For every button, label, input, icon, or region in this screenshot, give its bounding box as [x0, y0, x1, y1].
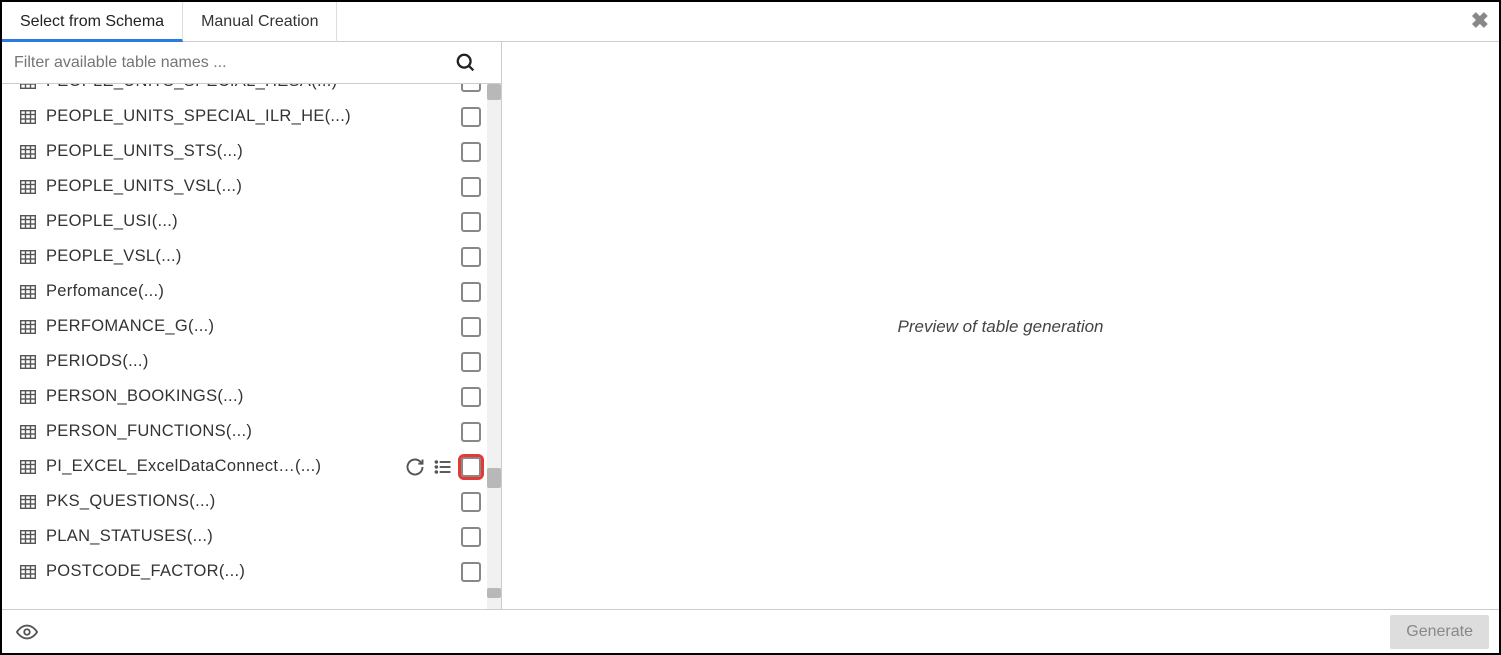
- table-name: PERIODS(...): [46, 352, 485, 371]
- checkbox[interactable]: [461, 527, 481, 547]
- checkbox[interactable]: [461, 107, 481, 127]
- search-input[interactable]: [10, 48, 455, 78]
- table-icon: [20, 355, 36, 369]
- table-name: PI_EXCEL_ExcelDataConnect…(...): [46, 457, 405, 476]
- table-name: PEOPLE_VSL(...): [46, 247, 485, 266]
- table-row[interactable]: POSTCODE_FACTOR(...): [2, 554, 485, 589]
- table-name: PEOPLE_UNITS_SPECIAL_ILR_HE(...): [46, 107, 485, 126]
- table-row[interactable]: PKS_QUESTIONS(...): [2, 484, 485, 519]
- generate-button[interactable]: Generate: [1390, 615, 1489, 649]
- checkbox[interactable]: [461, 317, 481, 337]
- checkbox[interactable]: [461, 282, 481, 302]
- table-name: PEOPLE_UNITS_STS(...): [46, 142, 485, 161]
- eye-icon[interactable]: [16, 621, 38, 643]
- close-icon[interactable]: ✖: [1471, 8, 1489, 34]
- table-icon: [20, 285, 36, 299]
- checkbox[interactable]: [461, 84, 481, 92]
- checkbox[interactable]: [461, 387, 481, 407]
- table-name: PKS_QUESTIONS(...): [46, 492, 485, 511]
- table-icon: [20, 495, 36, 509]
- preview-placeholder-text: Preview of table generation: [897, 317, 1103, 337]
- table-row[interactable]: PERSON_BOOKINGS(...): [2, 379, 485, 414]
- table-name: PERFOMANCE_G(...): [46, 317, 485, 336]
- checkbox[interactable]: [461, 422, 481, 442]
- checkbox[interactable]: [461, 352, 481, 372]
- table-row[interactable]: PEOPLE_UNITS_SPECIAL_HESA(...): [2, 84, 485, 99]
- footer: Generate: [2, 609, 1499, 653]
- table-row[interactable]: PEOPLE_VSL(...): [2, 239, 485, 274]
- table-icon: [20, 180, 36, 194]
- table-icon: [20, 110, 36, 124]
- table-icon: [20, 250, 36, 264]
- table-icon: [20, 530, 36, 544]
- table-name: Perfomance(...): [46, 282, 485, 301]
- table-icon: [20, 460, 36, 474]
- table-name: PEOPLE_USI(...): [46, 212, 485, 231]
- table-icon: [20, 425, 36, 439]
- table-row[interactable]: PI_EXCEL_ExcelDataConnect…(...): [2, 449, 485, 484]
- tab-manual-creation[interactable]: Manual Creation: [183, 2, 337, 42]
- list-icon[interactable]: [433, 457, 453, 477]
- table-row[interactable]: PEOPLE_UNITS_SPECIAL_ILR_HE(...): [2, 99, 485, 134]
- header-tabs: Select from Schema Manual Creation ✖: [2, 2, 1499, 42]
- table-name: PLAN_STATUSES(...): [46, 527, 485, 546]
- scrollbar-track[interactable]: [487, 84, 501, 612]
- table-icon: [20, 215, 36, 229]
- checkbox[interactable]: [461, 562, 481, 582]
- tab-select-from-schema[interactable]: Select from Schema: [2, 2, 183, 42]
- table-icon: [20, 145, 36, 159]
- left-panel: PEOPLE_UNITS_SPECIAL_HESA(...) PEOPLE_UNI…: [2, 42, 502, 612]
- table-row[interactable]: PLAN_STATUSES(...): [2, 519, 485, 554]
- table-row[interactable]: PEOPLE_UNITS_VSL(...): [2, 169, 485, 204]
- checkbox[interactable]: [461, 142, 481, 162]
- search-row: [2, 42, 501, 84]
- table-row[interactable]: PERIODS(...): [2, 344, 485, 379]
- table-name: PEOPLE_UNITS_SPECIAL_HESA(...): [46, 84, 485, 91]
- table-row[interactable]: PEOPLE_UNITS_STS(...): [2, 134, 485, 169]
- checkbox[interactable]: [461, 212, 481, 232]
- table-list-container: PEOPLE_UNITS_SPECIAL_HESA(...) PEOPLE_UNI…: [2, 84, 501, 612]
- scrollbar-thumb[interactable]: [487, 468, 501, 488]
- refresh-icon[interactable]: [405, 457, 425, 477]
- table-list: PEOPLE_UNITS_SPECIAL_HESA(...) PEOPLE_UNI…: [2, 84, 501, 612]
- table-icon: [20, 390, 36, 404]
- table-name: PERSON_FUNCTIONS(...): [46, 422, 485, 441]
- content-area: PEOPLE_UNITS_SPECIAL_HESA(...) PEOPLE_UNI…: [2, 42, 1499, 612]
- preview-panel: Preview of table generation: [502, 42, 1499, 612]
- table-name: PEOPLE_UNITS_VSL(...): [46, 177, 485, 196]
- search-icon[interactable]: [455, 52, 477, 74]
- table-row[interactable]: PERFOMANCE_G(...): [2, 309, 485, 344]
- table-name: POSTCODE_FACTOR(...): [46, 562, 485, 581]
- table-icon: [20, 320, 36, 334]
- table-icon: [20, 84, 36, 89]
- scrollbar-thumb[interactable]: [487, 84, 501, 100]
- table-row[interactable]: Perfomance(...): [2, 274, 485, 309]
- table-name: PERSON_BOOKINGS(...): [46, 387, 485, 406]
- checkbox[interactable]: [461, 247, 481, 267]
- table-icon: [20, 565, 36, 579]
- checkbox[interactable]: [461, 177, 481, 197]
- table-row[interactable]: PEOPLE_USI(...): [2, 204, 485, 239]
- checkbox[interactable]: [461, 457, 481, 477]
- table-row[interactable]: PERSON_FUNCTIONS(...): [2, 414, 485, 449]
- checkbox[interactable]: [461, 492, 481, 512]
- scrollbar-thumb[interactable]: [487, 588, 501, 598]
